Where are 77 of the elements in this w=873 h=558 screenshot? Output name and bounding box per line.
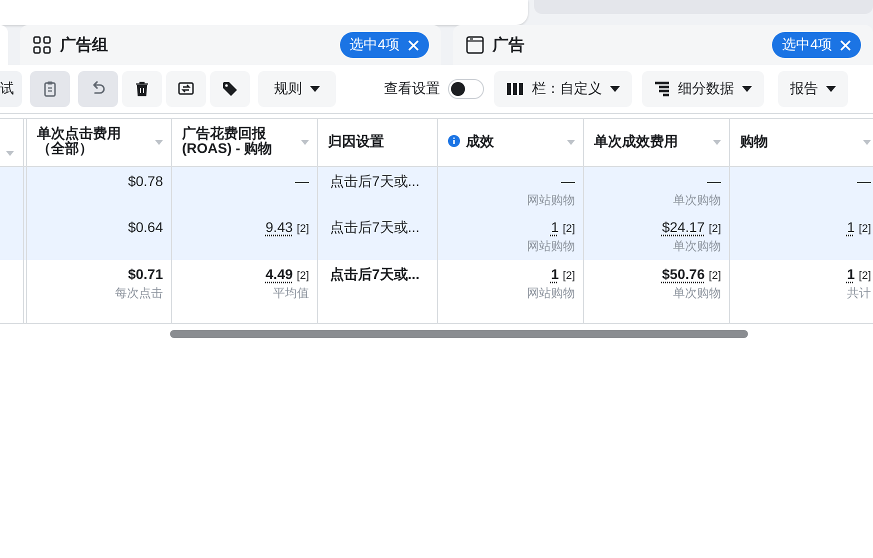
table-cell: 1 — [550, 266, 559, 282]
footnote-mark: [2] — [296, 223, 309, 235]
footnote-mark: [2] — [708, 223, 721, 235]
table-cell: — — [295, 173, 309, 189]
panel-title: 广告 — [492, 35, 524, 56]
cell-caption: 共计 — [847, 285, 871, 302]
table-cell: 点击后7天或... — [330, 266, 420, 284]
toolbar-icon-button[interactable] — [210, 71, 250, 107]
column-header[interactable]: 购物 — [730, 119, 873, 166]
window-icon — [464, 35, 484, 55]
table-cell: 点击后7天或... — [330, 219, 420, 237]
table-cell: $24.17 — [662, 219, 705, 235]
footnote-mark: [2] — [562, 223, 575, 235]
view-settings-label: 查看设置 — [384, 80, 440, 98]
column-title: 单次点击费用（全部） — [37, 126, 122, 156]
column-header[interactable]: 广告花费回报 (ROAS) - 购物 — [172, 119, 318, 166]
column-header[interactable]: 单次点击费用（全部） — [27, 119, 172, 166]
cell-caption: 单次购物 — [673, 285, 721, 302]
table-cell: — — [561, 173, 575, 189]
table-cell: 1 — [846, 266, 855, 282]
rules-dropdown[interactable]: 规则 — [258, 71, 336, 107]
table-cell: $0.64 — [128, 219, 163, 235]
footnote-mark: [2] — [858, 223, 871, 235]
grid-icon — [32, 35, 52, 55]
column-header[interactable]: 成效 — [438, 119, 584, 166]
cell-caption: 网站购物 — [527, 285, 575, 302]
selection-badge[interactable]: 选中4项 — [340, 32, 428, 58]
cell-caption: 网站购物 — [527, 238, 575, 255]
swap-icon — [177, 80, 195, 98]
footnote-mark: [2] — [858, 270, 871, 282]
toolbar-button[interactable]: 试 — [0, 71, 22, 107]
cell-caption: 平均值 — [273, 285, 309, 302]
delete-icon — [133, 80, 151, 98]
table-cell: — — [707, 173, 721, 189]
footnote-mark: [2] — [296, 270, 309, 282]
table-row[interactable]: $0.78 — 点击后7天或... — 网站购物 — 单次购物 — — [0, 167, 873, 213]
column-header[interactable]: 归因设置 — [318, 119, 438, 166]
footnote-mark: [2] — [562, 270, 575, 282]
table-cell: $0.71 — [128, 266, 163, 282]
table-cell: 4.49 — [266, 266, 293, 282]
panel-title: 广告组 — [60, 35, 108, 56]
table-cell: $50.76 — [662, 266, 705, 282]
columns-icon — [506, 82, 524, 96]
caret-icon — [826, 86, 836, 92]
column-title: 归因设置 — [328, 134, 384, 149]
breakdown-dropdown[interactable]: 细分数据 — [642, 71, 764, 107]
cell-caption: 网站购物 — [527, 192, 575, 209]
cell-caption: 每次点击 — [115, 285, 163, 302]
scrollbar[interactable] — [170, 330, 748, 338]
tag-icon — [221, 80, 239, 98]
column-title: 购物 — [740, 134, 768, 149]
column-title: 成效 — [466, 134, 494, 149]
column-title: 单次成效费用 — [594, 134, 678, 149]
view-settings-toggle[interactable] — [448, 79, 484, 99]
footnote-mark: [2] — [708, 270, 721, 282]
column-title: 广告花费回报 (ROAS) - 购物 — [182, 126, 274, 156]
close-icon[interactable] — [408, 40, 418, 50]
info-icon[interactable] — [448, 135, 460, 147]
table-cell: — — [857, 173, 871, 189]
selection-badge[interactable]: 选中4项 — [772, 32, 861, 58]
column-header[interactable]: 单次成效费用 — [584, 119, 730, 166]
table-cell: 1 — [550, 219, 559, 235]
cell-caption: 单次购物 — [673, 192, 721, 209]
report-dropdown[interactable]: 报告 — [778, 71, 848, 107]
table-cell: $0.78 — [128, 173, 163, 189]
cell-caption: 单次购物 — [673, 238, 721, 255]
columns-dropdown[interactable]: 栏：自定义 — [494, 71, 632, 107]
caret-icon — [310, 86, 320, 92]
close-icon[interactable] — [840, 40, 851, 50]
caret-icon — [742, 86, 752, 92]
table-cell: 9.43 — [266, 219, 293, 235]
breakdown-icon — [654, 81, 670, 97]
toolbar-icon-button[interactable] — [166, 71, 206, 107]
table-cell: 1 — [846, 219, 855, 235]
table-cell: 点击后7天或... — [330, 173, 420, 191]
toolbar-icon-button[interactable] — [122, 71, 162, 107]
caret-icon — [610, 86, 620, 92]
